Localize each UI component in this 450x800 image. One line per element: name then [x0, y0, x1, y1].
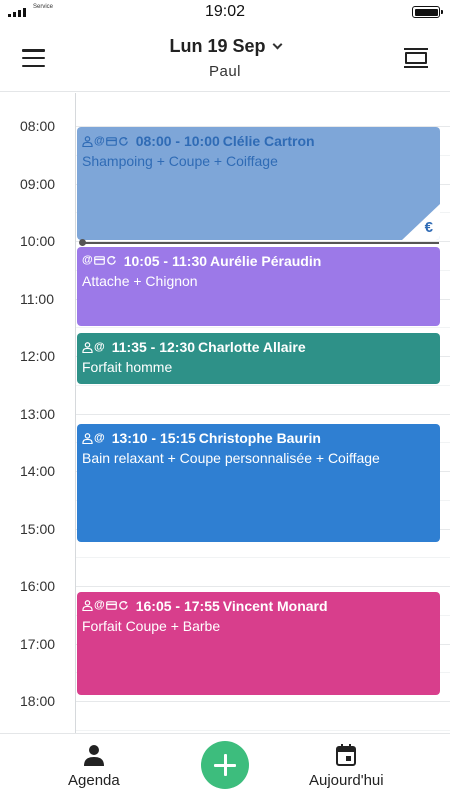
appointment-header: @ 10:05 - 11:30 Aurélie Péraudin: [82, 253, 435, 269]
half-hour-gridline: [76, 557, 450, 559]
at-icon: @: [94, 431, 105, 444]
date-selector: Lun 19 Sep Paul: [0, 36, 450, 80]
person-icon: [82, 341, 93, 353]
app-header: Lun 19 Sep Paul: [0, 26, 450, 92]
appointment-service: Shampoing + Coupe + Coiffage: [82, 153, 278, 169]
day-calendar[interactable]: 08:00 09:00 10:00 11:00 12:00 13:00 14:00 15:00…: [0, 93, 450, 733]
battery-icon: [412, 6, 443, 18]
appointment-service: Bain relaxant + Coupe personnalisée + Co…: [82, 450, 380, 467]
at-icon: @: [94, 134, 105, 147]
appointment-time: 11:35 - 12:30: [111, 339, 196, 356]
half-hour-gridline: [76, 384, 450, 386]
at-icon: @: [82, 254, 93, 267]
appointment-card[interactable]: @ 16:05 - 17:55 Vincent Monard Forfait C…: [77, 591, 440, 696]
hour-label: 14:00: [20, 463, 56, 479]
date-dropdown[interactable]: Lun 19 Sep: [169, 36, 282, 57]
current-time-dot: [79, 239, 86, 246]
appointment-client: Clélie Cartron: [222, 133, 315, 149]
appointment-icons: @: [82, 255, 117, 266]
bottom-navigation: Agenda Aujourd'hui: [0, 733, 450, 800]
status-clock: 19:02: [204, 3, 246, 20]
appointment-icons: @: [82, 340, 105, 353]
appointment-icons: @: [82, 599, 129, 612]
nav-agenda-label: Agenda: [68, 772, 120, 789]
hour-label: 08:00: [20, 118, 56, 134]
staff-name[interactable]: Paul: [0, 63, 450, 80]
hour-label: 18:00: [20, 693, 56, 709]
day-view-icon[interactable]: [404, 48, 428, 68]
appointment-icons: @: [82, 134, 129, 147]
hour-label: 12:00: [20, 348, 56, 364]
date-label: Lun 19 Sep: [169, 36, 266, 56]
hour-gridline: [76, 586, 450, 587]
hour-label: 15:00: [20, 520, 56, 537]
calendar-today-icon: [336, 744, 357, 766]
hour-label: 16:00: [20, 578, 56, 594]
add-appointment-button[interactable]: [201, 741, 249, 789]
appointment-client: Aurélie Péraudin: [210, 252, 322, 269]
appointment-header: @ 08:00 - 10:00 Clélie Cartron: [82, 133, 435, 149]
card-icon: [93, 255, 105, 266]
appointment-time: 13:10 - 15:15: [111, 430, 196, 447]
person-icon: [82, 600, 93, 612]
hour-label: 17:00: [20, 635, 56, 652]
appointment-header: @ 11:35 - 12:30 Charlotte Allaire: [82, 339, 435, 355]
card-icon: [105, 136, 117, 147]
hour-label: 13:00: [20, 405, 56, 422]
nav-today[interactable]: Aujourd'hui: [309, 744, 384, 789]
repeat-icon: [118, 136, 129, 147]
appointment-icons: @: [82, 431, 105, 444]
appointment-client: Charlotte Allaire: [198, 339, 306, 356]
appointment-client: Vincent Monard: [222, 597, 328, 614]
person-icon: [82, 135, 93, 147]
hour-label: 10:00: [20, 233, 56, 249]
person-icon: [82, 432, 93, 444]
hour-label: 11:00: [20, 290, 54, 307]
euro-icon: €: [424, 219, 433, 236]
chevron-down-icon: [272, 39, 282, 49]
status-bar: Service 19:02: [0, 0, 450, 26]
repeat-icon: [118, 600, 129, 611]
appointment-time: 10:05 - 11:30: [123, 252, 208, 269]
half-hour-gridline: [76, 327, 450, 329]
nav-agenda[interactable]: Agenda: [68, 744, 120, 789]
appointment-card[interactable]: @ 10:05 - 11:30 Aurélie Péraudin Attache…: [77, 246, 440, 327]
half-hour-gridline: [76, 729, 450, 731]
appointment-time: 16:05 - 17:55: [135, 597, 220, 614]
appointment-card[interactable]: @ 13:10 - 15:15 Christophe Baurin Bain r…: [77, 424, 440, 542]
paid-badge: €: [402, 204, 440, 240]
nav-today-label: Aujourd'hui: [309, 772, 384, 789]
card-icon: [105, 600, 117, 611]
appointment-time: 08:00 - 10:00: [135, 133, 220, 149]
appointment-card[interactable]: @ 11:35 - 12:30 Charlotte Allaire Forfai…: [77, 333, 440, 384]
appointment-service: Forfait homme: [82, 359, 173, 376]
hour-gridline: [76, 413, 450, 415]
repeat-icon: [106, 255, 117, 266]
at-icon: @: [94, 599, 105, 612]
hour-label: 09:00: [20, 175, 56, 192]
at-icon: @: [94, 340, 105, 353]
appointment-client: Christophe Baurin: [198, 430, 321, 447]
appointment-service: Forfait Coupe + Barbe: [82, 617, 221, 634]
appointment-service: Attache + Chignon: [82, 272, 198, 289]
current-time-line: [82, 242, 439, 244]
appointment-card[interactable]: @ 08:00 - 10:00 Clélie Cartron Shampoing…: [77, 127, 440, 240]
appointment-header: @ 13:10 - 15:15 Christophe Baurin: [82, 430, 435, 446]
person-icon: [83, 745, 104, 766]
hour-gridline: [76, 701, 450, 702]
appointment-header: @ 16:05 - 17:55 Vincent Monard: [82, 598, 435, 614]
